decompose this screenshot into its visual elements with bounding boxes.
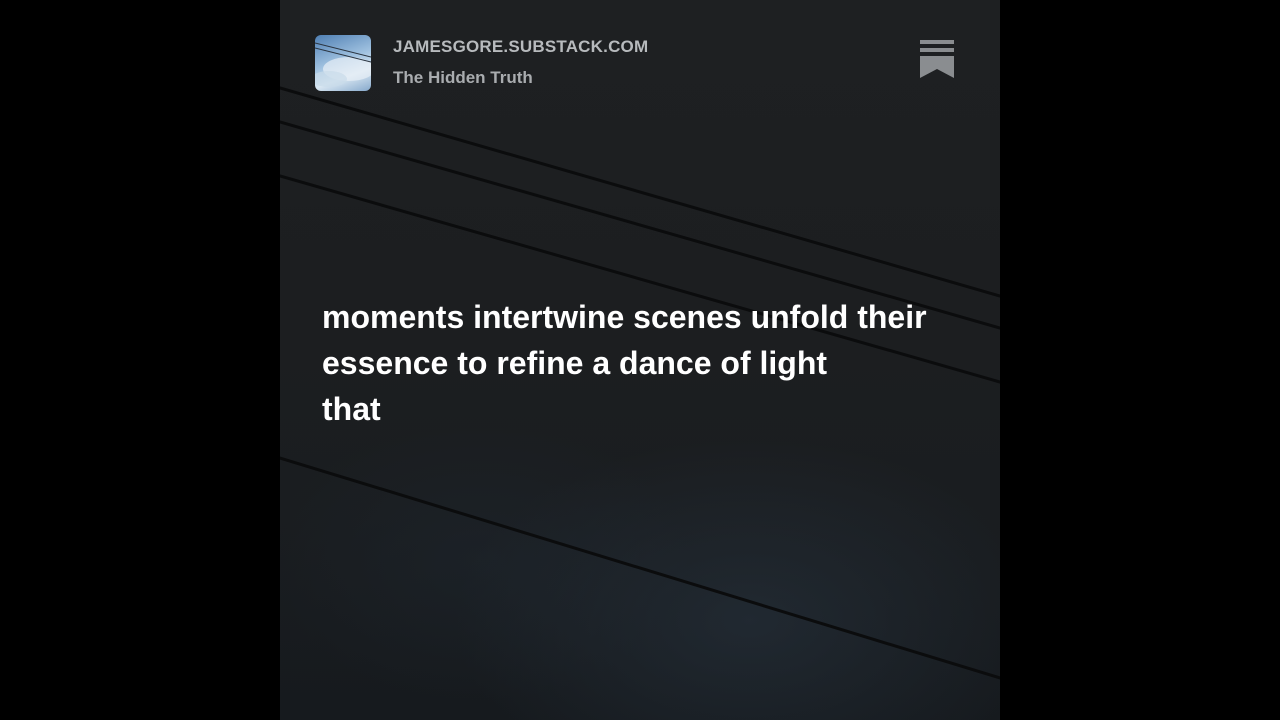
poem-text: moments intertwine scenes unfold their e…	[322, 294, 972, 432]
publication-name[interactable]: The Hidden Truth	[393, 68, 533, 88]
publication-thumbnail[interactable]	[315, 35, 371, 91]
site-url[interactable]: JAMESGORE.SUBSTACK.COM	[393, 37, 648, 57]
poem-line: essence to refine a dance of light	[322, 345, 828, 381]
video-frame: JAMESGORE.SUBSTACK.COM The Hidden Truth …	[280, 0, 1000, 720]
poem-line: moments intertwine scenes unfold their	[322, 299, 927, 335]
substack-logo-icon[interactable]	[920, 40, 954, 80]
poem-line: that	[322, 391, 381, 427]
sky-photo-icon	[315, 42, 371, 87]
